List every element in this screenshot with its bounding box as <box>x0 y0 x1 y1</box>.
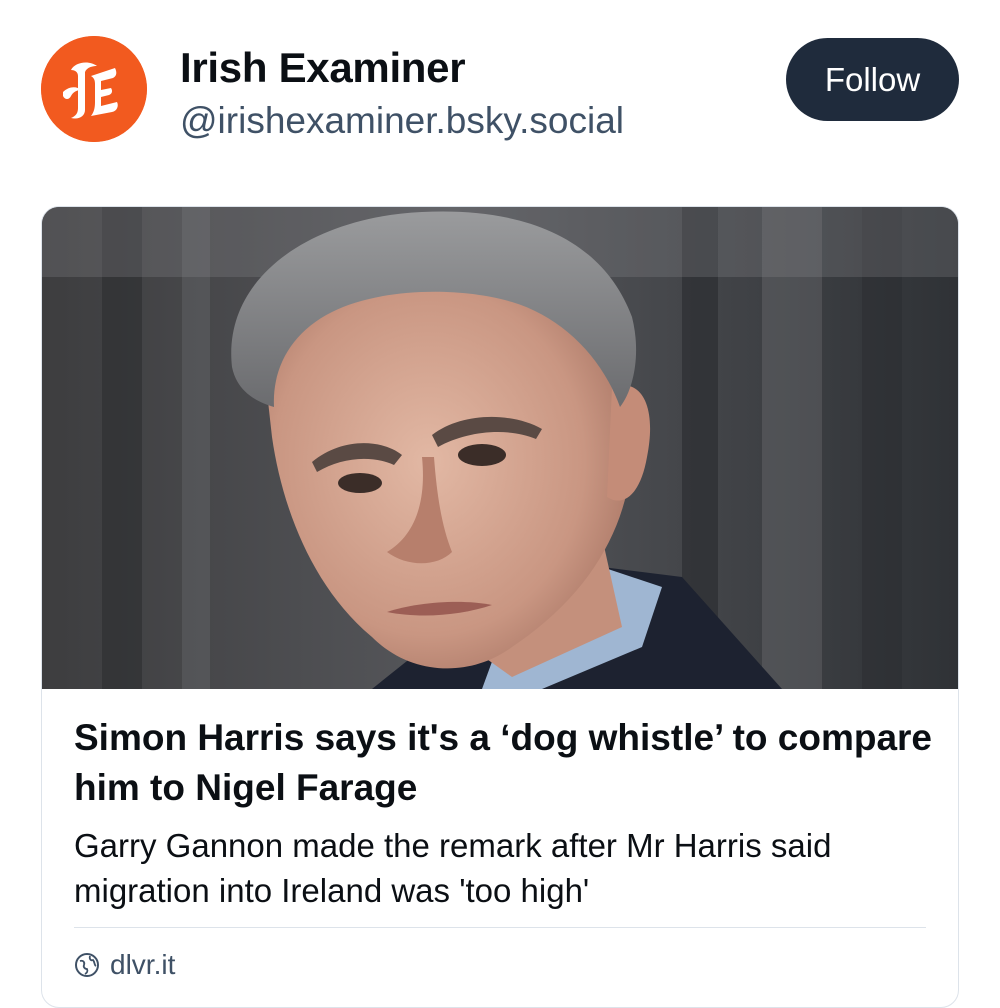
link-title[interactable]: Simon Harris says it's a ‘dog whistle’ t… <box>74 713 934 813</box>
post-header: Irish Examiner @irishexaminer.bsky.socia… <box>0 0 1000 180</box>
profile-handle[interactable]: @irishexaminer.bsky.social <box>180 100 624 142</box>
link-description: Garry Gannon made the remark after Mr Ha… <box>74 827 832 909</box>
globe-icon <box>74 952 100 978</box>
profile-name[interactable]: Irish Examiner <box>180 44 466 92</box>
avatar[interactable] <box>41 36 147 142</box>
portrait-photo <box>42 207 958 689</box>
link-source[interactable]: dlvr.it <box>74 945 175 985</box>
link-preview-card[interactable]: Simon Harris says it's a ‘dog whistle’ t… <box>41 206 959 1008</box>
follow-button[interactable]: Follow <box>786 38 959 121</box>
divider <box>74 927 926 928</box>
irish-examiner-logo-icon <box>41 36 147 142</box>
link-source-domain: dlvr.it <box>110 949 176 980</box>
link-preview-image[interactable] <box>42 207 958 689</box>
